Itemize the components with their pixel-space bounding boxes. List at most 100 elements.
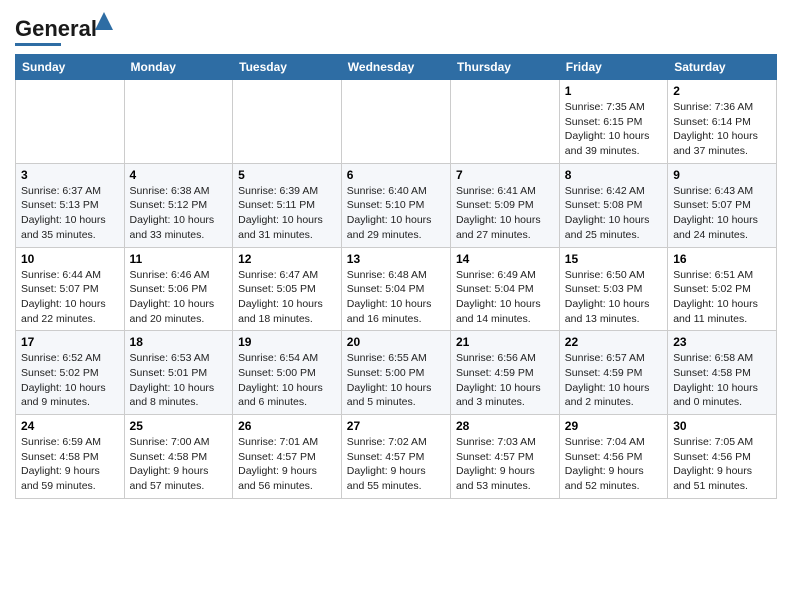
calendar-cell: 13 Sunrise: 6:48 AM Sunset: 5:04 PM Dayli… — [341, 247, 450, 331]
day-number: 7 — [456, 168, 554, 182]
calendar-cell: 12 Sunrise: 6:47 AM Sunset: 5:05 PM Dayli… — [233, 247, 342, 331]
calendar-header-row: SundayMondayTuesdayWednesdayThursdayFrid… — [16, 55, 777, 80]
day-number: 26 — [238, 419, 336, 433]
day-info: Sunrise: 7:00 AM Sunset: 4:58 PM Dayligh… — [130, 435, 228, 494]
calendar-week-row: 10 Sunrise: 6:44 AM Sunset: 5:07 PM Dayli… — [16, 247, 777, 331]
calendar-cell: 6 Sunrise: 6:40 AM Sunset: 5:10 PM Daylig… — [341, 163, 450, 247]
day-number: 2 — [673, 84, 771, 98]
day-info: Sunrise: 6:47 AM Sunset: 5:05 PM Dayligh… — [238, 268, 336, 327]
day-number: 15 — [565, 252, 662, 266]
calendar-table: SundayMondayTuesdayWednesdayThursdayFrid… — [15, 54, 777, 499]
day-number: 17 — [21, 335, 119, 349]
day-info: Sunrise: 6:56 AM Sunset: 4:59 PM Dayligh… — [456, 351, 554, 410]
weekday-header: Saturday — [668, 55, 777, 80]
logo: General — [15, 16, 97, 46]
day-info: Sunrise: 7:03 AM Sunset: 4:57 PM Dayligh… — [456, 435, 554, 494]
day-info: Sunrise: 6:49 AM Sunset: 5:04 PM Dayligh… — [456, 268, 554, 327]
calendar-cell: 20Sunrise: 6:55 AM Sunset: 5:00 PM Dayli… — [341, 331, 450, 415]
logo-general: General — [15, 16, 97, 41]
day-number: 9 — [673, 168, 771, 182]
calendar-cell — [124, 80, 233, 164]
calendar-cell — [450, 80, 559, 164]
day-number: 27 — [347, 419, 445, 433]
calendar-body: 1Sunrise: 7:35 AM Sunset: 6:15 PM Daylig… — [16, 80, 777, 499]
day-info: Sunrise: 6:38 AM Sunset: 5:12 PM Dayligh… — [130, 184, 228, 243]
calendar-cell: 7Sunrise: 6:41 AM Sunset: 5:09 PM Daylig… — [450, 163, 559, 247]
day-info: Sunrise: 7:02 AM Sunset: 4:57 PM Dayligh… — [347, 435, 445, 494]
calendar-cell: 11 Sunrise: 6:46 AM Sunset: 5:06 PM Dayli… — [124, 247, 233, 331]
day-number: 25 — [130, 419, 228, 433]
calendar-cell: 2Sunrise: 7:36 AM Sunset: 6:14 PM Daylig… — [668, 80, 777, 164]
day-number: 30 — [673, 419, 771, 433]
calendar-cell: 28 Sunrise: 7:03 AM Sunset: 4:57 PM Dayli… — [450, 415, 559, 499]
day-number: 10 — [21, 252, 119, 266]
calendar-cell: 14 Sunrise: 6:49 AM Sunset: 5:04 PM Dayli… — [450, 247, 559, 331]
day-number: 19 — [238, 335, 336, 349]
logo-triangle-icon — [95, 12, 113, 30]
day-number: 5 — [238, 168, 336, 182]
calendar-cell: 10 Sunrise: 6:44 AM Sunset: 5:07 PM Dayli… — [16, 247, 125, 331]
calendar-cell: 24 Sunrise: 6:59 AM Sunset: 4:58 PM Dayli… — [16, 415, 125, 499]
day-info: Sunrise: 6:44 AM Sunset: 5:07 PM Dayligh… — [21, 268, 119, 327]
weekday-header: Tuesday — [233, 55, 342, 80]
day-number: 14 — [456, 252, 554, 266]
day-number: 28 — [456, 419, 554, 433]
calendar-week-row: 24 Sunrise: 6:59 AM Sunset: 4:58 PM Dayli… — [16, 415, 777, 499]
day-info: Sunrise: 6:48 AM Sunset: 5:04 PM Dayligh… — [347, 268, 445, 327]
calendar-cell: 19 Sunrise: 6:54 AM Sunset: 5:00 PM Dayli… — [233, 331, 342, 415]
day-info: Sunrise: 6:51 AM Sunset: 5:02 PM Dayligh… — [673, 268, 771, 327]
day-number: 21 — [456, 335, 554, 349]
day-info: Sunrise: 6:46 AM Sunset: 5:06 PM Dayligh… — [130, 268, 228, 327]
day-number: 6 — [347, 168, 445, 182]
day-info: Sunrise: 6:54 AM Sunset: 5:00 PM Dayligh… — [238, 351, 336, 410]
day-info: Sunrise: 6:58 AM Sunset: 4:58 PM Dayligh… — [673, 351, 771, 410]
day-info: Sunrise: 6:59 AM Sunset: 4:58 PM Dayligh… — [21, 435, 119, 494]
weekday-header: Sunday — [16, 55, 125, 80]
weekday-header: Monday — [124, 55, 233, 80]
day-info: Sunrise: 6:39 AM Sunset: 5:11 PM Dayligh… — [238, 184, 336, 243]
day-number: 20 — [347, 335, 445, 349]
calendar-cell: 8 Sunrise: 6:42 AM Sunset: 5:08 PM Daylig… — [559, 163, 667, 247]
day-info: Sunrise: 6:57 AM Sunset: 4:59 PM Dayligh… — [565, 351, 662, 410]
calendar-cell: 21 Sunrise: 6:56 AM Sunset: 4:59 PM Dayli… — [450, 331, 559, 415]
day-number: 12 — [238, 252, 336, 266]
calendar-week-row: 1Sunrise: 7:35 AM Sunset: 6:15 PM Daylig… — [16, 80, 777, 164]
page-header: General — [15, 10, 777, 46]
day-number: 4 — [130, 168, 228, 182]
calendar-cell — [233, 80, 342, 164]
day-info: Sunrise: 6:37 AM Sunset: 5:13 PM Dayligh… — [21, 184, 119, 243]
day-info: Sunrise: 7:05 AM Sunset: 4:56 PM Dayligh… — [673, 435, 771, 494]
calendar-cell: 25 Sunrise: 7:00 AM Sunset: 4:58 PM Dayli… — [124, 415, 233, 499]
day-info: Sunrise: 6:50 AM Sunset: 5:03 PM Dayligh… — [565, 268, 662, 327]
calendar-cell: 4 Sunrise: 6:38 AM Sunset: 5:12 PM Daylig… — [124, 163, 233, 247]
day-number: 22 — [565, 335, 662, 349]
day-number: 13 — [347, 252, 445, 266]
day-number: 8 — [565, 168, 662, 182]
day-number: 18 — [130, 335, 228, 349]
day-number: 29 — [565, 419, 662, 433]
day-info: Sunrise: 6:53 AM Sunset: 5:01 PM Dayligh… — [130, 351, 228, 410]
calendar-week-row: 17Sunrise: 6:52 AM Sunset: 5:02 PM Dayli… — [16, 331, 777, 415]
day-number: 24 — [21, 419, 119, 433]
weekday-header: Thursday — [450, 55, 559, 80]
day-number: 11 — [130, 252, 228, 266]
day-info: Sunrise: 7:04 AM Sunset: 4:56 PM Dayligh… — [565, 435, 662, 494]
calendar-cell: 17Sunrise: 6:52 AM Sunset: 5:02 PM Dayli… — [16, 331, 125, 415]
day-number: 16 — [673, 252, 771, 266]
calendar-cell: 22 Sunrise: 6:57 AM Sunset: 4:59 PM Dayli… — [559, 331, 667, 415]
day-number: 23 — [673, 335, 771, 349]
calendar-cell: 9 Sunrise: 6:43 AM Sunset: 5:07 PM Daylig… — [668, 163, 777, 247]
calendar-cell: 5 Sunrise: 6:39 AM Sunset: 5:11 PM Daylig… — [233, 163, 342, 247]
calendar-cell: 23 Sunrise: 6:58 AM Sunset: 4:58 PM Dayli… — [668, 331, 777, 415]
calendar-cell: 30 Sunrise: 7:05 AM Sunset: 4:56 PM Dayli… — [668, 415, 777, 499]
calendar-cell: 27 Sunrise: 7:02 AM Sunset: 4:57 PM Dayli… — [341, 415, 450, 499]
day-info: Sunrise: 6:42 AM Sunset: 5:08 PM Dayligh… — [565, 184, 662, 243]
day-number: 3 — [21, 168, 119, 182]
day-info: Sunrise: 6:40 AM Sunset: 5:10 PM Dayligh… — [347, 184, 445, 243]
weekday-header: Wednesday — [341, 55, 450, 80]
calendar-cell — [16, 80, 125, 164]
day-info: Sunrise: 6:43 AM Sunset: 5:07 PM Dayligh… — [673, 184, 771, 243]
day-info: Sunrise: 7:01 AM Sunset: 4:57 PM Dayligh… — [238, 435, 336, 494]
weekday-header: Friday — [559, 55, 667, 80]
day-info: Sunrise: 7:35 AM Sunset: 6:15 PM Dayligh… — [565, 100, 662, 159]
